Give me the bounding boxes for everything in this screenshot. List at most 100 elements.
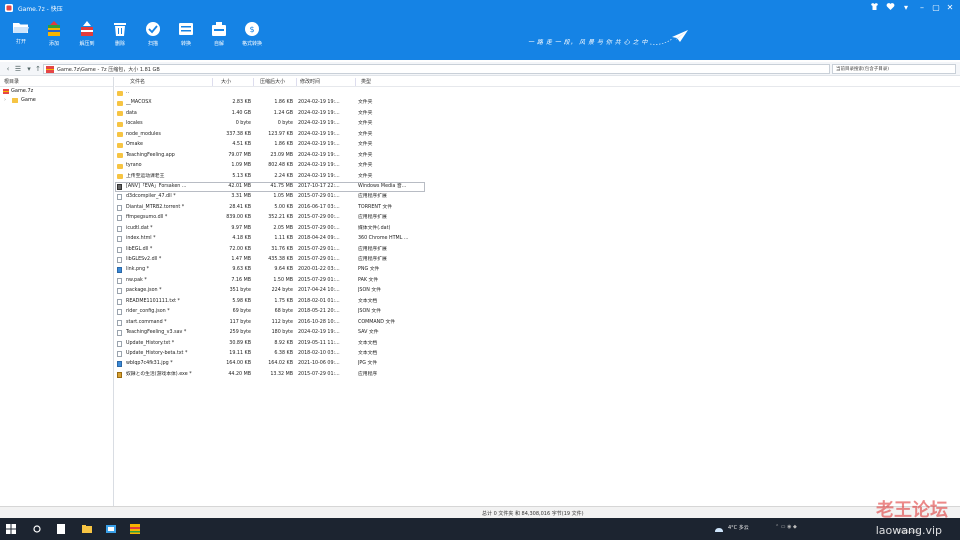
- address-bar[interactable]: Game.7z\Game - 7z 压缩包，大小 1.81 GB: [43, 64, 830, 74]
- table-row[interactable]: start.command * 117 byte 112 byte 2016-10-2…: [115, 318, 960, 328]
- column-type[interactable]: 类型: [361, 77, 371, 87]
- format-convert-button[interactable]: $ 格式转换: [237, 21, 267, 55]
- add-button[interactable]: 添加: [39, 21, 69, 55]
- table-row[interactable]: libGLESv2.dll * 1.47 MB 435.38 KB 2015-07-2…: [115, 255, 960, 265]
- file-date: 2016-10-28 10:...: [298, 319, 340, 325]
- chevron-down-icon[interactable]: ▾: [900, 2, 912, 14]
- kuaiya-app-icon[interactable]: [128, 522, 142, 536]
- table-row[interactable]: icudtl.dat * 9.97 MB 2.05 MB 2015-07-29 00:…: [115, 224, 960, 234]
- up-icon[interactable]: ↑: [33, 64, 43, 74]
- file-icon: [117, 340, 122, 347]
- table-row[interactable]: tyrano 1.09 MB 802.48 KB 2024-02-19 19:... 文…: [115, 161, 960, 171]
- file-type: SAV 文件: [358, 330, 379, 336]
- table-row[interactable]: wbIqp7c4fk31.jpg * 164.00 KB 164.02 KB 2021…: [115, 359, 960, 369]
- column-date[interactable]: 修改时间: [300, 77, 320, 87]
- close-icon[interactable]: ✕: [944, 2, 956, 14]
- file-name: [ANV]「EVA」Forsaken ...: [126, 183, 187, 189]
- table-row[interactable]: package.json * 351 byte 224 byte 2017-04-24…: [115, 286, 960, 296]
- title-bar: Game.7z - 快压 ▾ – ▢ ✕: [0, 0, 960, 17]
- file-type: JPG 文件: [358, 361, 378, 367]
- search-input[interactable]: 当前目录搜索(包含子目录): [832, 64, 956, 74]
- windows-start-icon[interactable]: [4, 522, 18, 536]
- weather-icon[interactable]: [712, 522, 726, 536]
- table-row[interactable]: libEGL.dll * 72.00 KB 31.76 KB 2015-07-29 0…: [115, 245, 960, 255]
- delete-button[interactable]: 删除: [105, 21, 135, 55]
- minimize-icon[interactable]: –: [916, 2, 928, 14]
- file-name: TeachingFeeling_v3.sav *: [126, 330, 187, 336]
- file-name: libEGL.dll *: [126, 246, 153, 252]
- extract-button[interactable]: 解压到: [72, 21, 102, 55]
- file-icon: [117, 298, 122, 305]
- table-row[interactable]: locales 0 byte 0 byte 2024-02-19 19:... 文件夹: [115, 119, 960, 129]
- list-view-icon[interactable]: ☰: [13, 64, 23, 74]
- maximize-icon[interactable]: ▢: [930, 2, 942, 14]
- photos-icon[interactable]: [104, 522, 118, 536]
- table-row[interactable]: d3dcompiler_47.dll * 3.31 MB 1.05 MB 2015-0…: [115, 192, 960, 202]
- tray-icons[interactable]: ⌃ ▭ ◉ ◆: [775, 524, 797, 530]
- add-label: 添加: [48, 41, 59, 47]
- column-divider[interactable]: [253, 78, 254, 86]
- table-row[interactable]: index.html * 4.18 KB 1.11 KB 2018-04-24 09:…: [115, 234, 960, 244]
- file-size: 28.41 KB: [229, 204, 251, 210]
- file-explorer-icon[interactable]: [80, 522, 94, 536]
- column-divider[interactable]: [355, 78, 356, 86]
- table-row[interactable]: __MACOSX 2.83 KB 1.86 KB 2024-02-19 19:... 文…: [115, 98, 960, 108]
- column-divider[interactable]: [296, 78, 297, 86]
- file-size: 1.47 MB: [231, 257, 251, 262]
- column-packed[interactable]: 压缩后大小: [260, 77, 285, 87]
- file-name: 上传至运动课老王: [126, 173, 165, 179]
- table-row[interactable]: Diantai_MTRB2.torrent * 28.41 KB 5.00 KB 20…: [115, 203, 960, 213]
- file-packed-size: 41.75 MB: [270, 183, 293, 189]
- table-row[interactable]: Update_History.txt * 30.89 KB 8.92 KB 2019-…: [115, 339, 960, 349]
- file-date: 2024-02-19 19:...: [298, 330, 340, 336]
- file-type: 文件夹: [358, 163, 373, 169]
- column-name[interactable]: 文件名: [130, 77, 145, 87]
- table-row[interactable]: nw.pak * 7.16 MB 1.50 MB 2015-07-29 01:... P…: [115, 276, 960, 286]
- paper-plane-icon: [649, 30, 688, 45]
- table-row[interactable]: TeachingFeeling_v3.sav * 259 byte 180 byte…: [115, 328, 960, 338]
- self-extract-button[interactable]: 自解: [204, 21, 234, 55]
- file-icon: [117, 225, 122, 232]
- table-row[interactable]: ffmpegsumo.dll * 839.00 KB 352.21 KB 2015-0…: [115, 213, 960, 223]
- tree-item-archive[interactable]: Game.7z: [0, 87, 113, 96]
- file-icon[interactable]: [54, 522, 68, 536]
- table-row[interactable]: [ANV]「EVA」Forsaken ... 42.01 MB 41.75 MB 20…: [115, 181, 425, 193]
- file-type: PAK 文件: [358, 277, 379, 283]
- file-type: 文本文档: [358, 350, 378, 356]
- task-view-icon[interactable]: [30, 522, 44, 536]
- file-size: 5.13 KB: [232, 173, 251, 179]
- open-button[interactable]: 打开: [6, 21, 36, 55]
- heart-icon[interactable]: [884, 2, 896, 14]
- add-archive-icon: [48, 21, 60, 36]
- file-date: 2015-07-29 00:...: [298, 225, 340, 231]
- table-row[interactable]: node_modules 337.38 KB 123.97 KB 2024-02-19…: [115, 130, 960, 140]
- column-divider[interactable]: [212, 78, 213, 86]
- table-row[interactable]: rider_config.json * 69 byte 68 byte 2018-05…: [115, 307, 960, 317]
- file-date: 2024-02-19 19:...: [298, 131, 340, 137]
- scan-label: 扫描: [147, 41, 158, 47]
- table-row[interactable]: 上传至运动课老王 5.13 KB 2.24 KB 2024-02-19 19:... 文…: [115, 172, 960, 182]
- shirt-icon[interactable]: [868, 2, 880, 14]
- file-packed-size: 112 byte: [271, 319, 293, 325]
- expand-icon[interactable]: ›: [4, 96, 6, 105]
- back-icon[interactable]: ‹: [3, 64, 13, 74]
- table-row[interactable]: link.png * 9.63 KB 9.64 KB 2020-01-22 03:..…: [115, 265, 960, 275]
- file-size: 79.07 MB: [228, 152, 251, 158]
- table-row[interactable]: Update_History-beta.txt * 19.11 KB 6.38 KB…: [115, 349, 960, 359]
- table-row[interactable]: ..: [115, 88, 960, 98]
- table-row[interactable]: data 1.40 GB 1.24 GB 2024-02-19 19:... 文件夹: [115, 109, 960, 119]
- scan-button[interactable]: 扫描: [138, 21, 168, 55]
- column-size[interactable]: 大小: [221, 77, 231, 87]
- tree-item-game[interactable]: › Game: [0, 96, 113, 105]
- table-row[interactable]: 奴隷との生活(游戏本体).exe * 44.20 MB 13.32 MB 2015-0…: [115, 370, 960, 380]
- table-row[interactable]: Omake 4.51 KB 1.86 KB 2024-02-19 19:... 文件夹: [115, 140, 960, 150]
- file-type: 应用程序扩展: [358, 246, 387, 252]
- file-icon: [117, 288, 122, 295]
- file-date: 2015-07-29 00:...: [298, 215, 340, 221]
- file-packed-size: 23.09 MB: [270, 152, 293, 158]
- file-packed-size: 1.24 GB: [273, 110, 293, 116]
- table-row[interactable]: TeachingFeeling.app 79.07 MB 23.09 MB 2024-…: [115, 151, 960, 161]
- convert-button[interactable]: 转换: [171, 21, 201, 55]
- table-row[interactable]: README1101111.txt * 5.98 KB 1.75 KB 2018-02…: [115, 297, 960, 307]
- file-icon: [117, 309, 122, 316]
